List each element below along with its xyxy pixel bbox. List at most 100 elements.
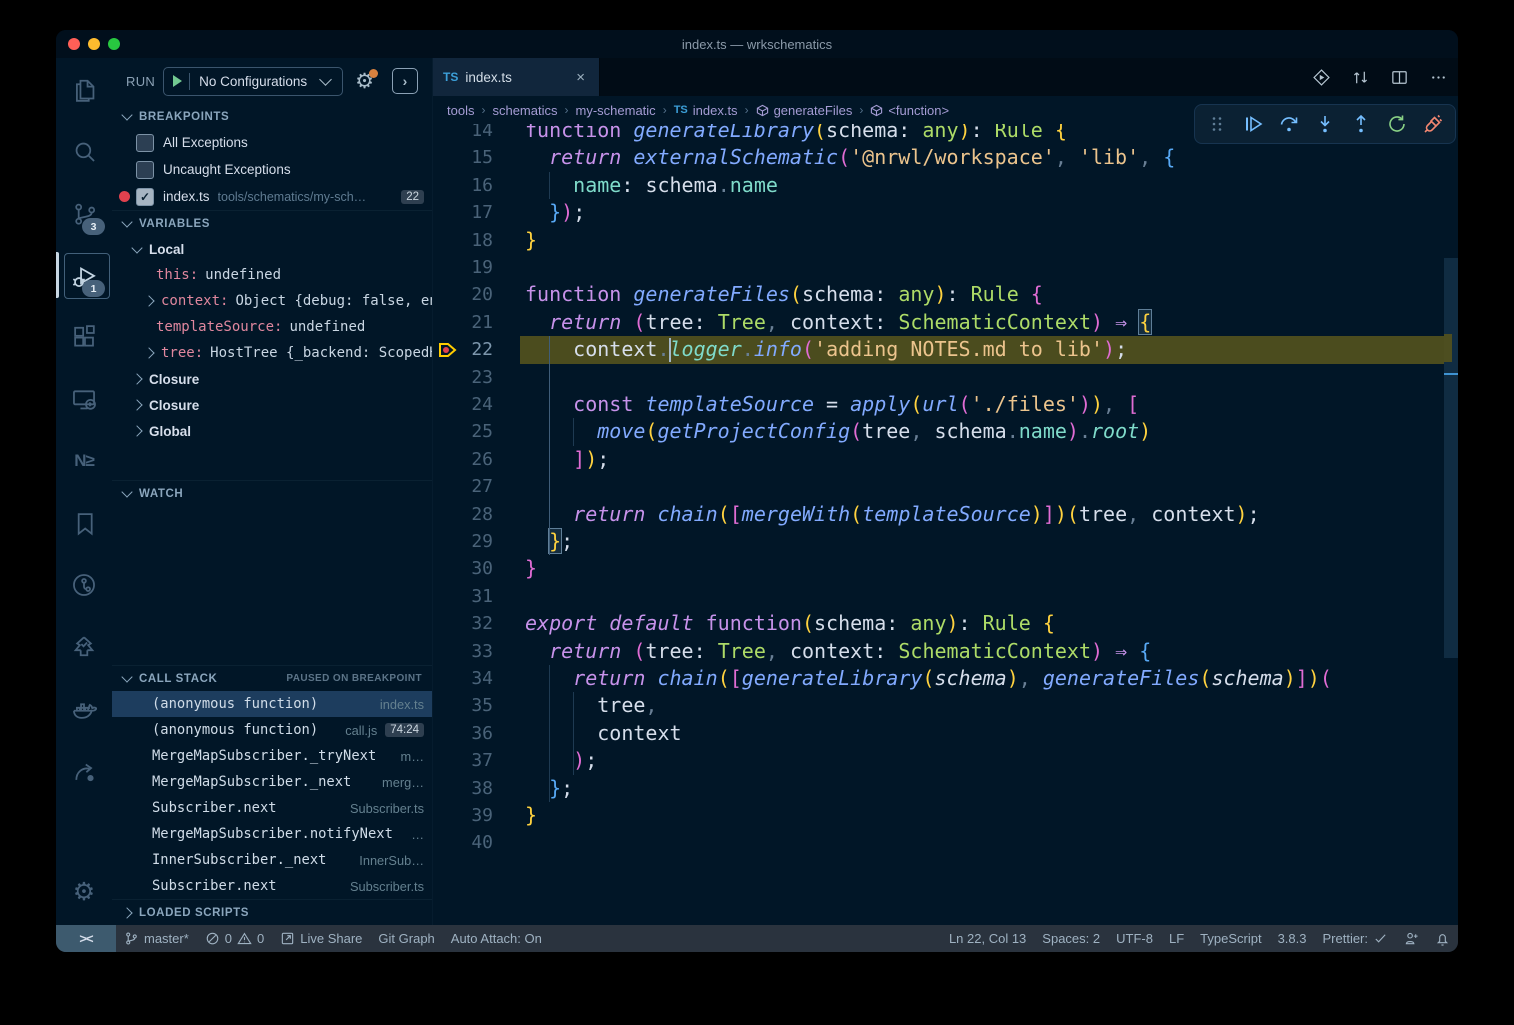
breadcrumb-item-schematics[interactable]: schematics [492, 103, 557, 118]
explorer-icon[interactable] [56, 58, 112, 120]
variable-row[interactable]: templateSource:undefined [112, 314, 432, 340]
nx-console-icon[interactable]: N≥ [56, 430, 112, 492]
breakpoint-checkbox[interactable] [136, 161, 154, 179]
line-number[interactable]: 34 [433, 665, 493, 692]
watch-section-header[interactable]: WATCH [112, 480, 432, 506]
code-line[interactable]: }; [520, 528, 1444, 555]
source-control-icon[interactable]: 3 [56, 182, 112, 244]
encoding[interactable]: UTF-8 [1108, 925, 1161, 952]
line-number[interactable]: 37 [433, 747, 493, 774]
auto-attach[interactable]: Auto Attach: On [443, 925, 550, 952]
callstack-frame[interactable]: Subscriber.nextSubscriber.ts [112, 795, 432, 821]
search-icon[interactable] [56, 120, 112, 182]
code-area[interactable]: 14function generateLibrary(schema: any):… [433, 124, 1458, 925]
disconnect-icon[interactable] [1422, 113, 1444, 135]
language-mode[interactable]: TypeScript [1192, 925, 1269, 952]
start-debug-icon[interactable] [173, 75, 182, 87]
code-line[interactable]: return chain([mergeWith(templateSource)]… [520, 501, 1444, 528]
remote-explorer-icon[interactable] [56, 368, 112, 430]
feedback[interactable] [1396, 925, 1427, 952]
code-line[interactable]: } [520, 555, 1444, 582]
callstack-frame[interactable]: (anonymous function)index.ts [112, 691, 432, 717]
git-branch[interactable]: master* [116, 925, 197, 952]
callstack-frame[interactable]: InnerSubscriber._nextInnerSub… [112, 847, 432, 873]
line-number[interactable]: 24 [433, 391, 493, 418]
ts-version[interactable]: 3.8.3 [1270, 925, 1315, 952]
scrollbar-slider[interactable] [1444, 258, 1458, 658]
code-line[interactable]: move(getProjectConfig(tree, schema.name)… [520, 418, 1444, 445]
code-line[interactable] [520, 254, 1444, 281]
line-number[interactable]: 18 [433, 227, 493, 254]
test-explorer-icon[interactable] [56, 616, 112, 678]
breakpoints-section-header[interactable]: BREAKPOINTS [112, 104, 432, 129]
problems[interactable]: 00 [197, 925, 272, 952]
code-line[interactable]: tree, [520, 692, 1444, 719]
settings-gear-icon[interactable]: ⚙ [56, 867, 112, 917]
code-line[interactable]: } [520, 802, 1444, 829]
line-number[interactable]: 27 [433, 473, 493, 500]
launch-configuration-dropdown[interactable]: No Configurations [163, 67, 343, 96]
line-number[interactable]: 31 [433, 583, 493, 610]
restart-icon[interactable] [1386, 113, 1408, 135]
call-stack-section-header[interactable]: CALL STACK PAUSED ON BREAKPOINT [112, 665, 432, 691]
chevron-right-icon[interactable] [143, 295, 154, 306]
line-number[interactable]: 20 [433, 281, 493, 308]
bookmarks-icon[interactable] [56, 492, 112, 554]
code-line[interactable]: }); [520, 199, 1444, 226]
variable-row[interactable]: Local [112, 236, 432, 262]
variable-row[interactable]: Closure [112, 366, 432, 392]
code-line[interactable]: return chain([generateLibrary(schema), g… [520, 665, 1444, 692]
breadcrumb-item-indexts[interactable]: TSindex.ts [674, 103, 738, 118]
variables-section-header[interactable]: VARIABLES [112, 210, 432, 236]
chevron-right-icon[interactable] [131, 399, 142, 410]
code-line[interactable] [520, 829, 1444, 856]
chevron-down-icon[interactable] [131, 242, 142, 253]
debug-console-icon[interactable]: › [392, 68, 418, 94]
line-number[interactable]: 29 [433, 528, 493, 555]
variable-row[interactable]: Global [112, 418, 432, 444]
breadcrumb-item-myschematic[interactable]: my-schematic [576, 103, 656, 118]
indentation[interactable]: Spaces: 2 [1034, 925, 1108, 952]
line-number[interactable]: 40 [433, 829, 493, 856]
code-line[interactable]: function generateFiles(schema: any): Rul… [520, 281, 1444, 308]
close-tab-icon[interactable]: × [572, 67, 589, 88]
line-number[interactable]: 33 [433, 638, 493, 665]
code-line[interactable]: }; [520, 775, 1444, 802]
callstack-frame[interactable]: MergeMapSubscriber.notifyNext… [112, 821, 432, 847]
code-line[interactable]: context [520, 720, 1444, 747]
line-number[interactable]: 30 [433, 555, 493, 582]
line-number[interactable]: 21 [433, 309, 493, 336]
code-line[interactable] [520, 583, 1444, 610]
chevron-right-icon[interactable] [131, 425, 142, 436]
line-number[interactable]: 38 [433, 775, 493, 802]
code-line[interactable] [520, 473, 1444, 500]
open-changes-icon[interactable] [1312, 68, 1331, 87]
code-line[interactable] [520, 364, 1444, 391]
line-number[interactable]: 35 [433, 692, 493, 719]
breadcrumb-item-tools[interactable]: tools [447, 103, 474, 118]
variable-row[interactable]: this:undefined [112, 262, 432, 288]
run-debug-icon[interactable]: 1 [56, 244, 112, 306]
line-number[interactable]: 36 [433, 720, 493, 747]
docker-icon[interactable] [56, 678, 112, 740]
line-number[interactable]: 23 [433, 364, 493, 391]
drag-handle-icon[interactable] [1206, 113, 1228, 135]
split-editor-icon[interactable] [1390, 68, 1409, 87]
code-line[interactable]: ); [520, 747, 1444, 774]
line-number[interactable]: 39 [433, 802, 493, 829]
live-share[interactable]: Live Share [272, 925, 370, 952]
line-number[interactable]: 14 [433, 124, 493, 144]
line-number[interactable]: 25 [433, 418, 493, 445]
code-line[interactable]: context.logger.info('adding NOTES.md to … [520, 336, 1444, 363]
line-number[interactable]: 15 [433, 144, 493, 171]
variable-row[interactable]: Closure [112, 392, 432, 418]
breakpoint-checkbox[interactable]: ✓ [136, 188, 154, 206]
chevron-right-icon[interactable] [131, 373, 142, 384]
line-number[interactable]: 17 [433, 199, 493, 226]
code-line[interactable]: name: schema.name [520, 172, 1444, 199]
git-graph[interactable]: Git Graph [370, 925, 442, 952]
cursor-position[interactable]: Ln 22, Col 13 [941, 925, 1034, 952]
code-line[interactable]: return (tree: Tree, context: SchematicCo… [520, 638, 1444, 665]
breakpoint-row[interactable]: Uncaught Exceptions [112, 156, 432, 183]
breakpoint-row[interactable]: All Exceptions [112, 129, 432, 156]
